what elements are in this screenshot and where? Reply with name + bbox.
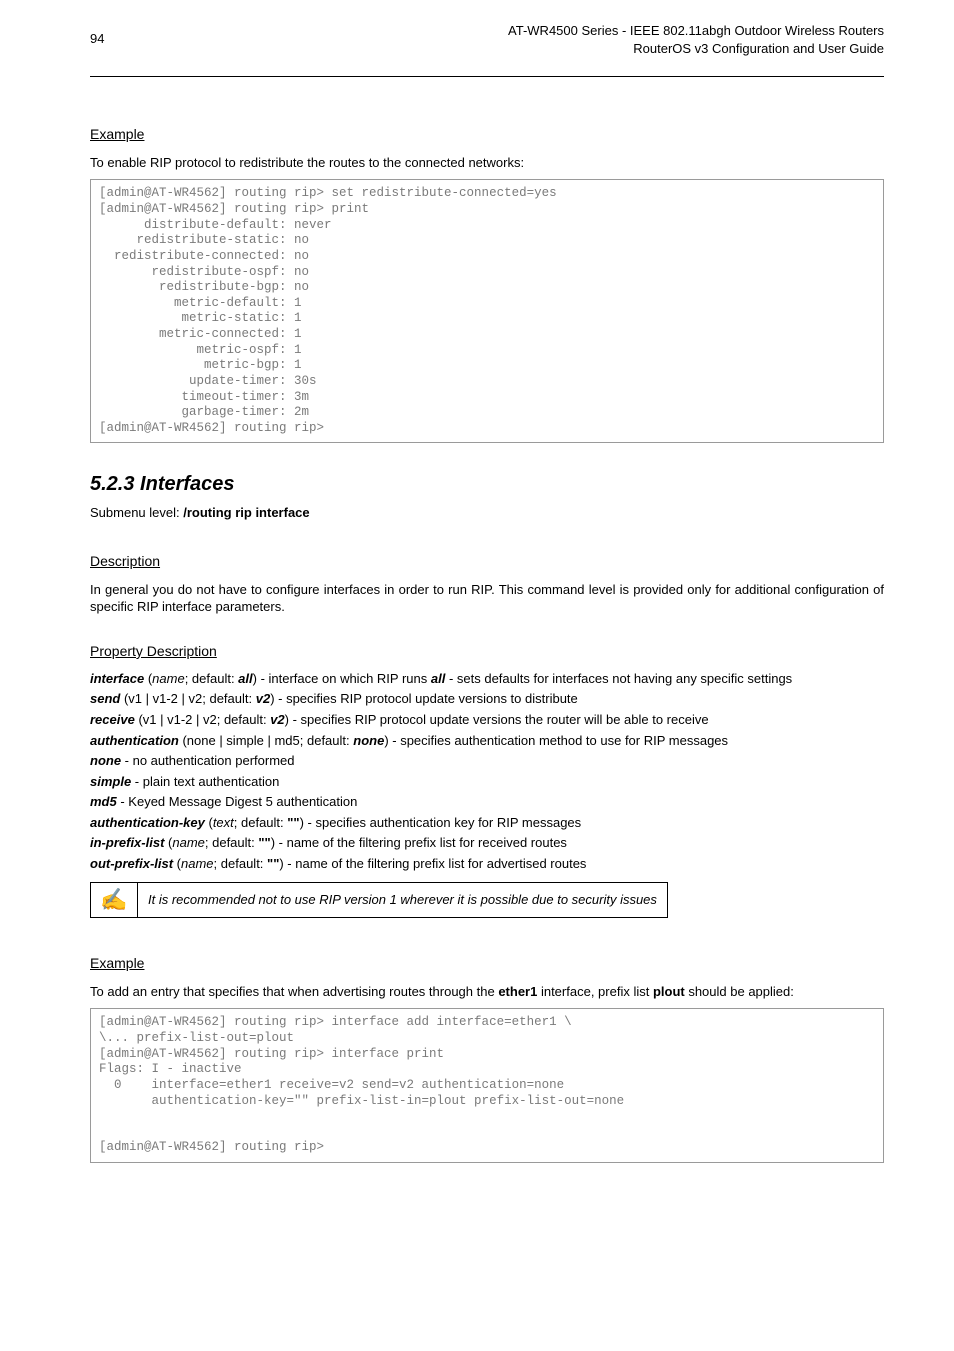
prop-label: send — [90, 691, 120, 706]
prop-label: none — [90, 753, 121, 768]
prop-text: (none | simple | md5; default: — [179, 733, 353, 748]
prop-label: authentication — [90, 733, 179, 748]
prop-text: ) - name of the filtering prefix list fo… — [271, 835, 567, 850]
prop-out-prefix-list: out-prefix-list (name; default: "") - na… — [90, 855, 884, 873]
prop-authentication: authentication (none | simple | md5; def… — [90, 732, 884, 750]
example2-bold: ether1 — [498, 984, 537, 999]
prop-text: v2 — [256, 691, 270, 706]
prop-label: md5 — [90, 794, 117, 809]
prop-text: "" — [287, 815, 299, 830]
prop-simple: simple - plain text authentication — [90, 773, 884, 791]
description-text: In general you do not have to configure … — [90, 581, 884, 616]
prop-label: simple — [90, 774, 131, 789]
prop-text: v2 — [270, 712, 284, 727]
propdesc-heading: Property Description — [90, 642, 217, 661]
prop-text: ( — [144, 671, 152, 686]
note-box: ✍ It is recommended not to use RIP versi… — [90, 882, 668, 918]
submenu-label: Submenu level: — [90, 505, 183, 520]
example1-heading: Example — [90, 125, 144, 144]
prop-text: - no authentication performed — [121, 753, 294, 768]
prop-text: ( — [173, 856, 181, 871]
prop-text: text — [213, 815, 234, 830]
prop-text: "" — [258, 835, 270, 850]
page-number: 94 — [90, 30, 104, 48]
submenu-line: Submenu level: /routing rip interface — [90, 504, 884, 522]
prop-text: ; default: — [205, 835, 258, 850]
prop-text: ) - specifies RIP protocol update versio… — [285, 712, 709, 727]
prop-text: - Keyed Message Digest 5 authentication — [117, 794, 358, 809]
example1-intro: To enable RIP protocol to redistribute t… — [90, 154, 884, 172]
example2-text: should be applied: — [685, 984, 794, 999]
prop-text: ) - name of the filtering prefix list fo… — [279, 856, 586, 871]
example2-text: To add an entry that specifies that when… — [90, 984, 498, 999]
header-line1: AT-WR4500 Series - IEEE 802.11abgh Outdo… — [508, 23, 884, 38]
prop-text: ) - specifies RIP protocol update versio… — [270, 691, 578, 706]
example2-text: interface, prefix list — [537, 984, 653, 999]
example1-code: [admin@AT-WR4562] routing rip> set redis… — [90, 179, 884, 443]
prop-text: (v1 | v1-2 | v2; default: — [120, 691, 255, 706]
prop-text: name — [181, 856, 214, 871]
prop-label: in-prefix-list — [90, 835, 164, 850]
prop-text: ) - specifies authentication method to u… — [384, 733, 728, 748]
description-heading: Description — [90, 552, 160, 571]
prop-none: none - no authentication performed — [90, 752, 884, 770]
prop-interface: interface (name; default: all) - interfa… — [90, 670, 884, 688]
property-list: interface (name; default: all) - interfa… — [90, 670, 884, 872]
section-title: 5.2.3 Interfaces — [90, 471, 884, 498]
prop-text: ) - interface on which RIP runs — [253, 671, 431, 686]
submenu-value: /routing rip interface — [183, 505, 309, 520]
example2-intro: To add an entry that specifies that when… — [90, 983, 884, 1001]
prop-text: ( — [205, 815, 213, 830]
example2-heading: Example — [90, 954, 144, 973]
prop-md5: md5 - Keyed Message Digest 5 authenticat… — [90, 793, 884, 811]
header-rule — [90, 76, 884, 77]
prop-text: "" — [267, 856, 279, 871]
prop-text: ; default: — [185, 671, 238, 686]
prop-label: interface — [90, 671, 144, 686]
prop-text: - plain text authentication — [131, 774, 279, 789]
page-header: AT-WR4500 Series - IEEE 802.11abgh Outdo… — [508, 22, 884, 57]
prop-text: none — [353, 733, 384, 748]
prop-text: name — [172, 835, 205, 850]
prop-receive: receive (v1 | v1-2 | v2; default: v2) - … — [90, 711, 884, 729]
prop-text: all — [431, 671, 445, 686]
note-text: It is recommended not to use RIP version… — [138, 883, 668, 918]
prop-text: all — [238, 671, 252, 686]
prop-text: name — [152, 671, 185, 686]
prop-label: out-prefix-list — [90, 856, 173, 871]
example2-bold: plout — [653, 984, 685, 999]
prop-text: ; default: — [214, 856, 267, 871]
prop-text: (v1 | v1-2 | v2; default: — [135, 712, 270, 727]
prop-send: send (v1 | v1-2 | v2; default: v2) - spe… — [90, 690, 884, 708]
prop-text: - sets defaults for interfaces not havin… — [445, 671, 792, 686]
header-line2: RouterOS v3 Configuration and User Guide — [633, 41, 884, 56]
prop-text: ) - specifies authentication key for RIP… — [300, 815, 582, 830]
prop-label: authentication-key — [90, 815, 205, 830]
prop-label: receive — [90, 712, 135, 727]
example2-code: [admin@AT-WR4562] routing rip> interface… — [90, 1008, 884, 1163]
prop-authkey: authentication-key (text; default: "") -… — [90, 814, 884, 832]
note-icon: ✍ — [91, 883, 138, 918]
prop-text: ; default: — [234, 815, 287, 830]
prop-in-prefix-list: in-prefix-list (name; default: "") - nam… — [90, 834, 884, 852]
